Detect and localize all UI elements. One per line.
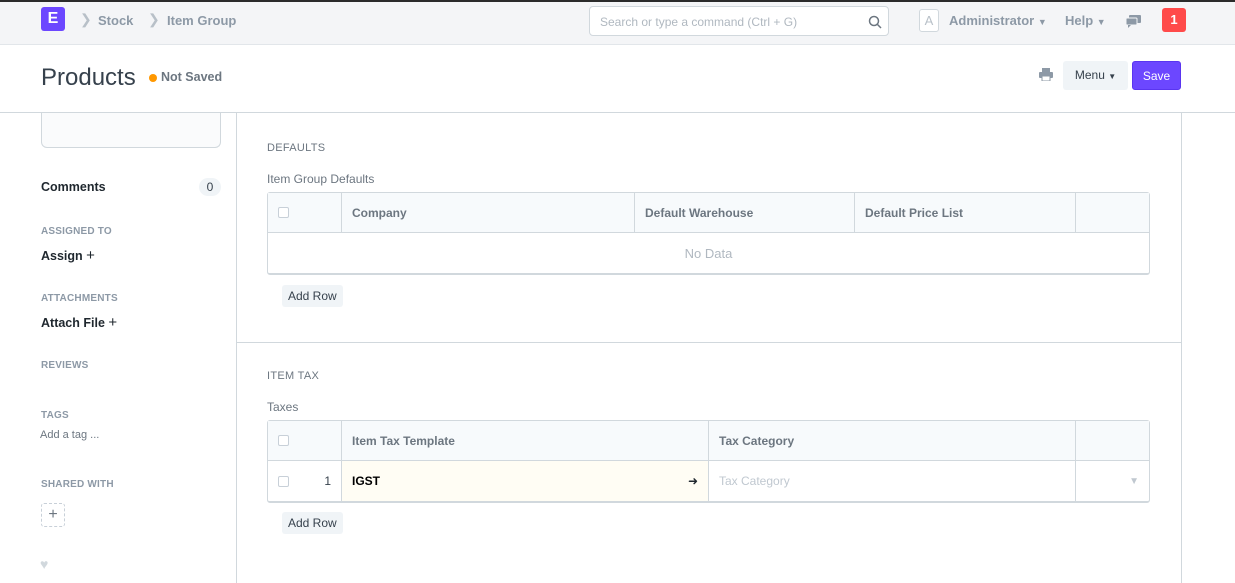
row-dropdown-icon[interactable]: ▼ <box>1076 461 1149 501</box>
search-input[interactable]: Search or type a command (Ctrl + G) <box>589 6 889 36</box>
status-indicator-dot <box>149 74 157 82</box>
plus-icon: + <box>86 247 95 264</box>
notification-badge[interactable]: 1 <box>1162 8 1186 32</box>
arrow-right-icon[interactable]: ➜ <box>688 474 698 488</box>
user-name: Administrator <box>949 13 1035 28</box>
heart-icon[interactable]: ♥ <box>40 556 48 572</box>
defaults-section-heading: DEFAULTS <box>267 142 326 154</box>
empty-state: No Data <box>684 245 733 261</box>
attach-file-button[interactable]: Attach File + <box>41 314 117 331</box>
sidebar-image-box <box>41 113 221 148</box>
assign-button[interactable]: Assign + <box>41 247 95 264</box>
print-icon[interactable] <box>1039 68 1053 81</box>
add-row-button[interactable]: Add Row <box>282 285 343 307</box>
item-group-defaults-table: Company Default Warehouse Default Price … <box>267 192 1150 275</box>
help-label: Help <box>1065 13 1094 28</box>
save-button[interactable]: Save <box>1132 61 1181 90</box>
page-title: Products <box>41 64 136 91</box>
column-company: Company <box>342 193 635 232</box>
column-default-warehouse: Default Warehouse <box>635 193 855 232</box>
column-tax-category: Tax Category <box>709 421 1076 460</box>
menu-label: Menu <box>1074 68 1105 82</box>
plus-icon: + <box>48 506 58 523</box>
assign-label: Assign <box>41 249 83 263</box>
row-checkbox[interactable] <box>278 475 289 487</box>
row-index: 1 <box>324 474 331 488</box>
section-divider <box>237 342 1181 343</box>
caret-down-icon: ▼ <box>1037 17 1047 27</box>
taxes-label: Taxes <box>267 400 299 414</box>
search-placeholder: Search or type a command (Ctrl + G) <box>600 15 798 29</box>
caret-down-icon: ▼ <box>1096 17 1106 27</box>
menu-button[interactable]: Menu ▼ <box>1063 61 1128 90</box>
item-tax-template-value: IGST <box>352 474 381 488</box>
comments-count: 0 <box>199 178 221 196</box>
add-row-button[interactable]: Add Row <box>282 512 343 534</box>
plus-icon: + <box>108 314 118 331</box>
tax-category-field[interactable]: Tax Category <box>709 461 1076 501</box>
status-badge: Not Saved <box>161 70 223 84</box>
table-row[interactable]: 1 IGST ➜ Tax Category ▼ <box>268 461 1149 501</box>
tags-heading: TAGS <box>41 410 69 421</box>
attach-file-label: Attach File <box>41 316 105 330</box>
help-dropdown[interactable]: Help ▼ <box>1065 13 1106 28</box>
add-tag-input[interactable]: Add a tag ... <box>40 429 99 441</box>
assigned-to-heading: ASSIGNED TO <box>41 226 112 237</box>
select-all-checkbox[interactable] <box>278 435 289 446</box>
shared-with-heading: SHARED WITH <box>41 479 114 490</box>
item-tax-template-field[interactable]: IGST ➜ <box>342 461 709 501</box>
item-group-defaults-label: Item Group Defaults <box>267 172 375 186</box>
search-icon <box>868 15 882 29</box>
select-all-checkbox[interactable] <box>278 207 289 218</box>
column-item-tax-template: Item Tax Template <box>342 421 709 460</box>
user-dropdown[interactable]: Administrator ▼ <box>949 13 1047 28</box>
caret-down-icon: ▼ <box>1108 72 1117 81</box>
reviews-heading: REVIEWS <box>41 360 89 371</box>
attachments-heading: ATTACHMENTS <box>41 293 118 304</box>
form-card <box>236 113 1182 583</box>
column-default-price-list: Default Price List <box>855 193 1076 232</box>
chevron-right-icon: ❯ <box>148 11 160 27</box>
taxes-table: Item Tax Template Tax Category 1 IGST ➜ T… <box>267 420 1150 503</box>
chevron-right-icon: ❯ <box>80 11 92 27</box>
app-logo[interactable]: E <box>41 7 65 31</box>
table-header: Company Default Warehouse Default Price … <box>268 193 1149 233</box>
chat-icon[interactable] <box>1125 14 1142 29</box>
avatar[interactable]: A <box>919 9 939 32</box>
share-add-button[interactable]: + <box>41 503 65 527</box>
item-tax-section-heading: ITEM TAX <box>267 370 320 382</box>
table-header: Item Tax Template Tax Category <box>268 421 1149 461</box>
breadcrumb-stock[interactable]: Stock <box>98 13 133 28</box>
comments-link[interactable]: Comments <box>41 180 106 194</box>
breadcrumb-item-group[interactable]: Item Group <box>167 13 236 28</box>
